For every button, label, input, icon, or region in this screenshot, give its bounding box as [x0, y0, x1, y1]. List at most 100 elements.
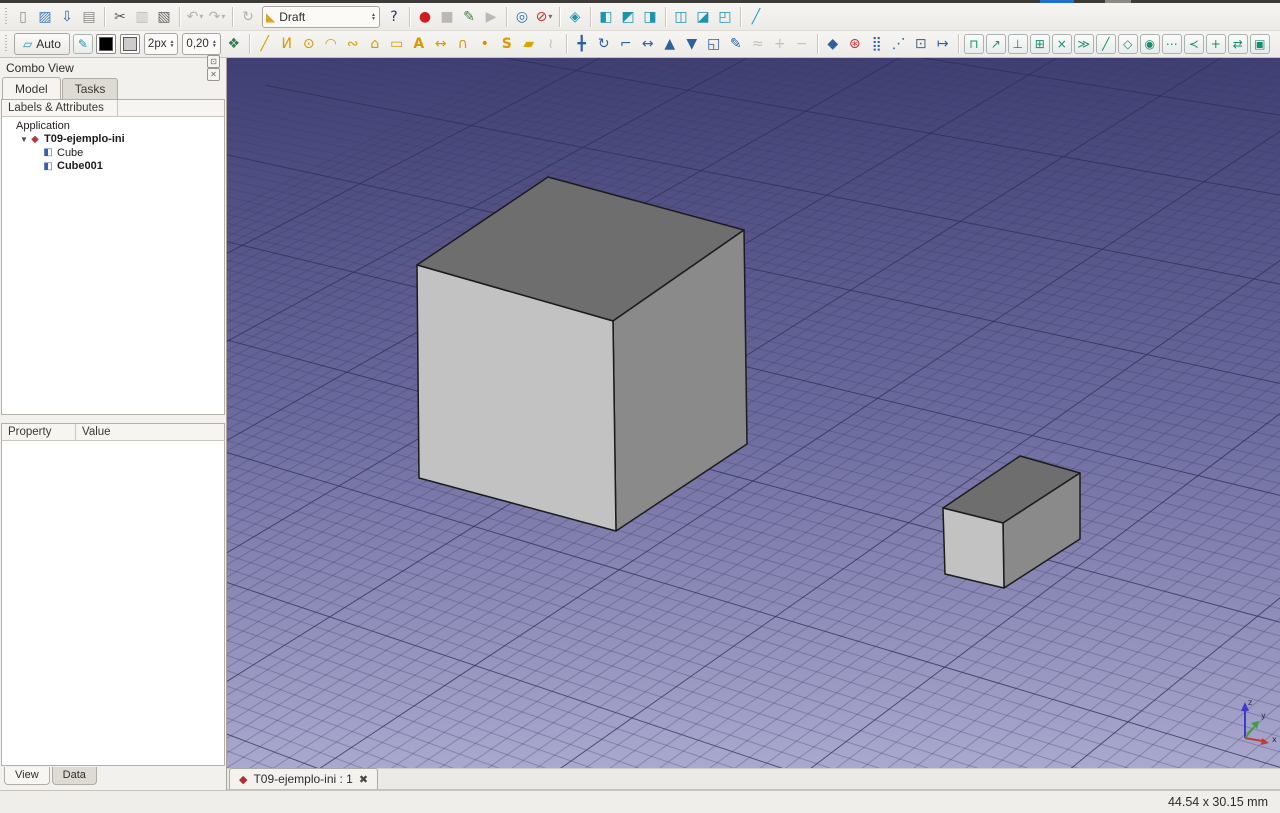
macro-record-button[interactable]: ● [414, 6, 436, 28]
toolbar-separator [506, 6, 507, 27]
screen-top-strip [0, 0, 1280, 3]
draft-offset-button[interactable]: ⌐ [615, 33, 637, 55]
cut-button[interactable]: ✂ [109, 6, 131, 28]
expander-icon[interactable]: ▼ [19, 135, 29, 144]
draft-line-button[interactable]: ╱ [254, 33, 276, 55]
close-tab-icon[interactable]: ✖ [359, 773, 368, 786]
measure-distance-button[interactable]: ╱ [745, 6, 767, 28]
draft-polygon-button[interactable]: ⌂ [364, 33, 386, 55]
new-document-button[interactable]: ▯ [12, 6, 34, 28]
draft-arc-button[interactable]: ◠ [320, 33, 342, 55]
tree-item-t09-ejemplo-ini[interactable]: ▼ ◆ T09-ejemplo-ini [2, 133, 224, 147]
panel-splitter[interactable] [0, 415, 226, 423]
view-left-button[interactable]: ◰ [714, 6, 736, 28]
dropdown-arrow-icon[interactable]: ▾ [548, 12, 552, 21]
line-width-spinbox[interactable]: 2px ▲ ▼ [143, 33, 179, 55]
draft-wire-button[interactable]: И [276, 33, 298, 55]
snap-lock-button[interactable]: ⊓ [963, 34, 984, 54]
tab-data[interactable]: Data [51, 767, 97, 785]
tree-item-cube[interactable]: ◧ Cube [2, 146, 224, 160]
fit-all-button[interactable]: ◎ [511, 6, 533, 28]
draft-downgrade-button[interactable]: ▼ [681, 33, 703, 55]
tab-view[interactable]: View [4, 767, 50, 785]
draft-rotate-button[interactable]: ↻ [593, 33, 615, 55]
snap-special-button[interactable]: ≺ [1183, 34, 1204, 54]
draft-text-button[interactable]: A [408, 33, 430, 55]
3d-viewport[interactable]: zy x [227, 58, 1280, 768]
draft-move-button[interactable]: ╋ [571, 33, 593, 55]
toolbar-handle[interactable] [3, 35, 9, 53]
dock-float-button[interactable]: ⊡ [207, 54, 220, 68]
draft-to-sketch-button[interactable]: ◆ [822, 33, 844, 55]
view-top-button[interactable]: ◩ [617, 6, 639, 28]
draft-ellipse-button[interactable]: ∾ [342, 33, 364, 55]
draft-shape-2d-view-button[interactable]: ⊛ [844, 33, 866, 55]
snap-extension-button[interactable]: ╱ [1095, 34, 1116, 54]
tree-item-application[interactable]: Application [2, 119, 224, 133]
apply-style-button[interactable]: ❖ [223, 33, 245, 55]
draft-shapestring-button[interactable]: S [496, 33, 518, 55]
snap-perpendicular-button[interactable]: ⊥ [1007, 34, 1028, 54]
set-style-button[interactable]: ✎ [72, 34, 93, 54]
snap-working-plane-button[interactable]: ▣ [1249, 34, 1270, 54]
draft-rectangle-button[interactable]: ▭ [386, 33, 408, 55]
draft-drawing-button[interactable]: ↦ [932, 33, 954, 55]
face-color-swatch[interactable] [119, 34, 140, 54]
measure-distance-icon: ╱ [751, 8, 761, 25]
draft-upgrade-button[interactable]: ▲ [659, 33, 681, 55]
workingplane-auto-button[interactable]: ▱ Auto [14, 33, 70, 55]
draft-bspline-button[interactable]: ∩ [452, 33, 474, 55]
draft-clone-button[interactable]: ⊡ [910, 33, 932, 55]
draft-array-button[interactable]: ⣿ [866, 33, 888, 55]
draft-upgrade-icon: ▲ [664, 36, 676, 52]
dropdown-arrow-icon[interactable]: ▾ [199, 12, 203, 21]
3d-scene[interactable]: zy x [227, 58, 1280, 768]
snap-endpoint-button[interactable]: ↗ [985, 34, 1006, 54]
snap-center-button[interactable]: ◉ [1139, 34, 1160, 54]
document-tab[interactable]: ◆ T09-ejemplo-ini : 1 ✖ [229, 768, 379, 789]
snap-angle-button[interactable]: ◇ [1117, 34, 1138, 54]
draft-trimex-button[interactable]: ↔ [637, 33, 659, 55]
view-bottom-button[interactable]: ◪ [692, 6, 714, 28]
property-editor-area[interactable] [1, 441, 225, 766]
macro-edit-button[interactable]: ✎ [458, 6, 480, 28]
workbench-selector[interactable]: ◣ Draft ▲ ▼ [262, 5, 380, 28]
draft-dimension-button[interactable]: ↔ [430, 33, 452, 55]
draft-scale-button[interactable]: ◱ [703, 33, 725, 55]
draft-path-array-button[interactable]: ⋰ [888, 33, 910, 55]
snap-grid-button[interactable]: ⊞ [1029, 34, 1050, 54]
text-scale-spinbox[interactable]: 0,20 ▲ ▼ [182, 33, 221, 55]
snap-near-button[interactable]: + [1205, 34, 1226, 54]
macro-stop-button: ■ [436, 6, 458, 28]
paste-button[interactable]: ▧ [153, 6, 175, 28]
tab-model[interactable]: Model [2, 77, 61, 99]
toolbar-handle[interactable] [3, 7, 9, 26]
save-button[interactable]: ⇩ [56, 6, 78, 28]
draft-point-button[interactable]: • [474, 33, 496, 55]
view-rear-button[interactable]: ◫ [670, 6, 692, 28]
macro-play-icon: ▶ [485, 8, 497, 25]
view-front-button[interactable]: ◧ [595, 6, 617, 28]
print-button[interactable]: ▤ [78, 6, 100, 28]
snap-dimensions-button[interactable]: ⇄ [1227, 34, 1248, 54]
spin-arrows[interactable]: ▲ ▼ [212, 40, 217, 49]
draft-move-icon: ╋ [577, 36, 586, 52]
draft-facebinder-button[interactable]: ▰ [518, 33, 540, 55]
freecad-window: ▯ ▨ ⇩ ▤ ✂ ▥ ▧ ↶ ▾ ↷ ▾ ↻ ◣ Draft ▲ ▼? ● ■ ✎ ▶ ◎ ⊘ ▾ ◈ ◧ ◩ ◨ ◫ ◪ ◰ ╱ ▱ A… [0, 0, 1280, 813]
snap-intersection-button[interactable]: × [1051, 34, 1072, 54]
snap-parallel-button[interactable]: ≫ [1073, 34, 1094, 54]
dropdown-arrow-icon[interactable]: ▾ [221, 12, 225, 21]
draw-style-button[interactable]: ⊘ ▾ [533, 6, 555, 28]
open-button[interactable]: ▨ [34, 6, 56, 28]
tab-tasks[interactable]: Tasks [61, 78, 119, 99]
draft-circle-button[interactable]: ⊙ [298, 33, 320, 55]
tree-item-cube001[interactable]: ◧ Cube001 [2, 160, 224, 174]
view-right-button[interactable]: ◨ [639, 6, 661, 28]
draft-edit-button[interactable]: ✎ [725, 33, 747, 55]
whats-this-button[interactable]: ? [383, 6, 405, 28]
view-axonometric-button[interactable]: ◈ [564, 6, 586, 28]
combo-spin-arrows[interactable]: ▲ ▼ [371, 12, 376, 21]
spin-arrows[interactable]: ▲ ▼ [169, 40, 174, 49]
snap-ortho-button[interactable]: ⋯ [1161, 34, 1182, 54]
line-color-swatch[interactable] [95, 34, 116, 54]
